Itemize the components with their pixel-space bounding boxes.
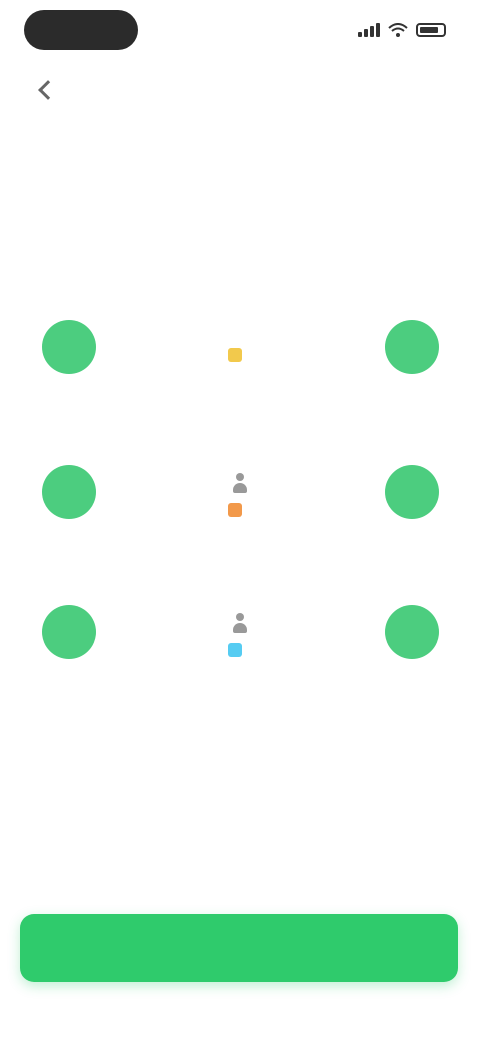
blue-mark-icon	[228, 643, 242, 657]
option-row	[0, 585, 480, 695]
option-line	[228, 348, 252, 362]
right-green-dot[interactable]	[385, 465, 439, 519]
header	[0, 60, 480, 120]
yellow-mark-icon	[228, 348, 242, 362]
back-button[interactable]	[30, 72, 66, 108]
left-green-dot[interactable]	[42, 605, 96, 659]
option-center	[160, 445, 320, 545]
back-arrow-icon	[38, 80, 58, 100]
status-icons	[358, 20, 446, 40]
signal-icon	[358, 23, 380, 37]
left-green-dot[interactable]	[42, 465, 96, 519]
option-line	[228, 643, 252, 657]
option-row	[0, 445, 480, 555]
orange-mark-icon	[228, 503, 242, 517]
right-green-dot[interactable]	[385, 320, 439, 374]
option-line	[228, 503, 252, 517]
wifi-icon	[388, 23, 408, 37]
option-row	[0, 300, 480, 410]
option-center	[160, 585, 320, 685]
primary-action-button[interactable]	[20, 914, 458, 982]
person-icon	[231, 613, 249, 635]
status-bar	[0, 0, 480, 60]
left-green-dot[interactable]	[42, 320, 96, 374]
right-green-dot[interactable]	[385, 605, 439, 659]
option-center	[160, 300, 320, 400]
battery-icon	[416, 23, 446, 37]
status-time-pill	[24, 10, 138, 50]
app-screen	[0, 0, 480, 1040]
person-icon	[231, 473, 249, 495]
